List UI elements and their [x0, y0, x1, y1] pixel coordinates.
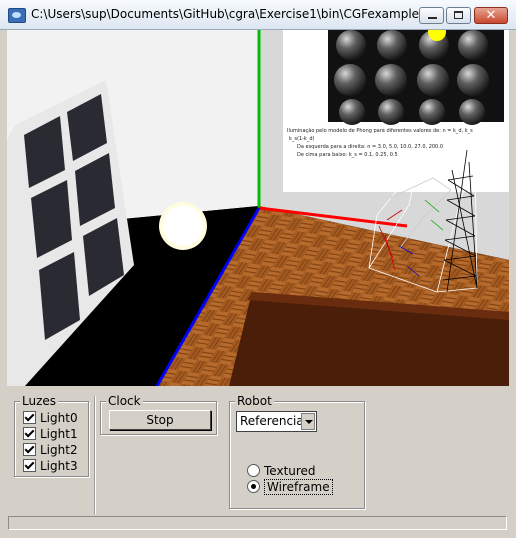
checkbox-checked-icon: [23, 411, 36, 424]
robot-title: Robot: [235, 394, 274, 408]
checkbox-checked-icon: [23, 427, 36, 440]
light1-checkbox[interactable]: Light1: [23, 427, 78, 442]
scene-render: Iluminação pelo modelo de Phong para dif…: [7, 30, 509, 386]
title-bar[interactable]: C:\Users\sup\Documents\GitHub\cgra\Exerc…: [0, 0, 516, 30]
maximize-button[interactable]: [446, 7, 471, 24]
clock-title: Clock: [106, 394, 143, 408]
radio-selected-icon: [247, 480, 260, 493]
luzes-group: Luzes Light0 Light1 Light2 Light3: [14, 394, 89, 477]
textured-radio[interactable]: Textured: [247, 464, 316, 479]
close-icon: ✕: [485, 8, 497, 23]
panel-separator: [94, 396, 96, 514]
window-title: C:\Users\sup\Documents\GitHub\cgra\Exerc…: [31, 7, 445, 21]
light2-checkbox[interactable]: Light2: [23, 443, 78, 458]
stop-button[interactable]: Stop: [109, 410, 211, 430]
minimize-button[interactable]: [419, 7, 444, 24]
status-bar: [8, 516, 507, 530]
clock-group: Clock Stop: [100, 394, 217, 435]
svg-text:De cima para baixo: k_s = 0.1,: De cima para baixo: k_s = 0.1, 0.25, 0.5: [297, 152, 398, 158]
robot-mode-select[interactable]: Referencia: [236, 411, 317, 432]
svg-text:k_s(1-k_d): k_s(1-k_d): [289, 136, 315, 142]
opengl-viewport[interactable]: Iluminação pelo modelo de Phong para dif…: [7, 30, 509, 386]
light3-checkbox[interactable]: Light3: [23, 459, 78, 474]
wireframe-radio[interactable]: Wireframe: [247, 479, 333, 495]
close-button[interactable]: ✕: [474, 7, 508, 24]
dropdown-arrow-icon[interactable]: [301, 413, 315, 430]
maximize-icon: [454, 11, 463, 19]
checkbox-checked-icon: [23, 459, 36, 472]
control-panel: Luzes Light0 Light1 Light2 Light3 Clock …: [0, 386, 516, 538]
luzes-title: Luzes: [20, 394, 59, 408]
app-window-icon[interactable]: [8, 8, 26, 23]
radio-unselected-icon: [247, 464, 260, 477]
robot-group: Robot Referencia Textured Wireframe: [229, 394, 365, 509]
svg-text:Da esquerda para a direita: n: Da esquerda para a direita: n = 3.0, 5.0…: [297, 144, 443, 150]
svg-text:Iluminação pelo modelo de Phon: Iluminação pelo modelo de Phong para dif…: [287, 128, 473, 134]
light0-checkbox[interactable]: Light0: [23, 411, 78, 426]
checkbox-checked-icon: [23, 443, 36, 456]
minimize-icon: [428, 17, 437, 19]
